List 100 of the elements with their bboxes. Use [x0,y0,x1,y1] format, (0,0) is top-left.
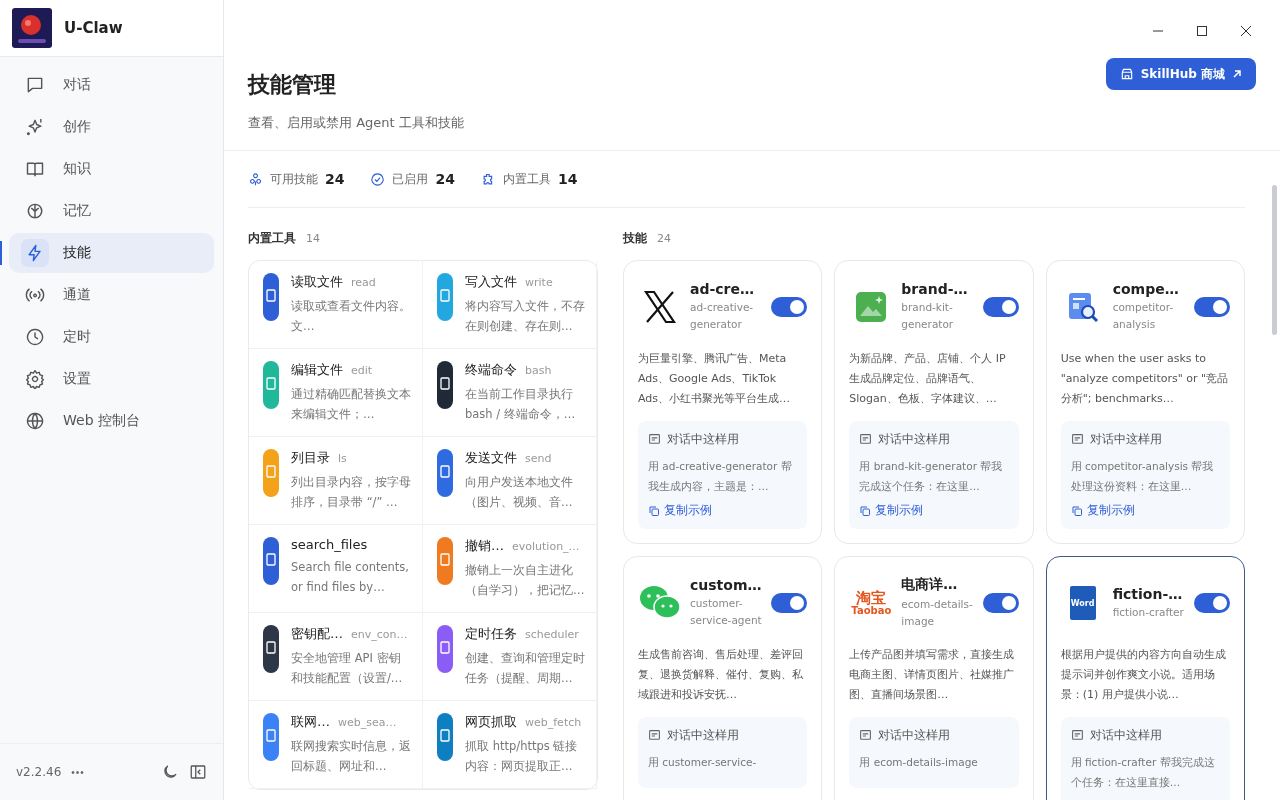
tool-description: 向用户发送本地文件（图片、视频、音… [465,474,574,511]
word-document-icon: Word [1069,586,1096,620]
tool-name: 定时任务 [465,625,517,643]
tool-name: 编辑文件 [291,361,343,379]
skill-title: custom… [690,577,763,593]
store-icon [1119,67,1134,81]
sidebar-item[interactable]: 创作 [9,107,214,147]
skill-card[interactable]: brand-… brand-kit-generator 为新品牌、产品、店铺、个人 IP 生成品牌定位、品牌语气、Slogan、色板、字体建议、… 对话中这样用 用 brand-kit-generator 帮我完成这个任务：在这里… 复制示例 [834,260,1034,544]
usage-title: 对话中这样用 [1089,431,1162,448]
sidebar-item[interactable]: 知识 [9,149,214,189]
section-title: 技能 [623,229,647,247]
skill-card[interactable]: Word fiction-… fiction-crafter 根据用户提供的内容方向自动生成提示词并创作爽文小说。适用场景：(1) 用户提供小说… 对话中这样用 用 fiction-crafter 帮我完成这个任务：在这里直接… [1045,556,1245,800]
sidebar-item[interactable]: 记忆 [9,191,214,231]
skill-card[interactable]: ad-cre… ad-creative-generator 为巨量引擎、腾讯广告、Meta Ads、Google Ads、TikTok Ads、小红书聚光等平台生成… 对话中这样用 用 ad-creative-generator 帮我生成内容，主题是：… 复制示例 [623,260,823,544]
toggle-switch[interactable] [771,297,808,317]
skill-slug: competitor-analysis [1112,300,1175,332]
skill-description: 上传产品图并填写需求，直接生成电商主图、详情页图片、社媒推广图、直播间场景图… [849,647,1016,703]
tool-description: 将内容写入文件，不存在则创建、存在则… [465,298,586,335]
skill-description: Use when the user asks to "analyze competitors" or "竞品分析"; benchmarks… [1060,351,1230,407]
tool-name: 写入文件 [465,273,517,291]
skill-title: brand-… [901,281,969,297]
message-icon [648,433,661,446]
tool-description: 抓取 http/https 链接内容：网页提取正… [465,738,579,775]
maximize-icon[interactable] [1196,25,1208,37]
sidebar-item[interactable]: 定时 [9,317,214,357]
more-button[interactable]: ••• [71,766,85,778]
sidebar-item[interactable]: 对话 [9,65,214,105]
tool-id: edit [351,364,373,377]
skill-title: 电商详… [901,576,959,594]
scrollbar[interactable] [1272,185,1277,335]
skill-description: 为巨量引擎、腾讯广告、Meta Ads、Google Ads、TikTok Ads、小红书聚光等平台生成… [638,351,792,407]
book-icon [25,159,45,179]
tool-id: web_sea… [338,716,397,729]
tool-description: 创建、查询和管理定时任务（提醒、周期… [465,650,586,687]
usage-title: 对话中这样用 [667,727,739,744]
close-icon[interactable] [1240,25,1252,37]
toggle-switch[interactable] [1194,297,1230,317]
copy-example-link[interactable]: 复制示例 [648,502,712,519]
tool-name: 网页抓取 [465,713,517,731]
tool-description: 安全地管理 API 密钥和技能配置（设置/… [291,650,404,687]
skill-description: 为新品牌、产品、店铺、个人 IP 生成品牌定位、品牌语气、Slogan、色板、字体建议、… [849,351,1007,407]
usage-example: 用 customer-service- [648,755,758,770]
sparkle-icon [25,117,45,137]
tool-id: write [525,276,553,289]
usage-title: 对话中这样用 [1089,727,1162,744]
usage-example: 用 ecom-details-image [859,755,979,770]
tool-name: 撤销… [465,537,504,555]
moon-icon[interactable] [161,763,179,781]
tool-id: ls [338,452,347,465]
tool-id: bash [525,364,552,377]
tool-name: 终端命令 [465,361,517,379]
tool-id: evolution_… [512,540,580,553]
cubes-icon [248,171,263,187]
copy-icon [859,504,872,517]
page-subtitle: 查看、启用或禁用 Agent 工具和技能 [248,114,464,132]
toggle-switch[interactable] [771,593,808,613]
toggle-switch[interactable] [982,297,1019,317]
usage-example: 用 fiction-crafter 帮我完成这个任务：在这里直接… [1070,755,1216,790]
skillhub-store-button[interactable]: SkillHub 商城 [1105,58,1256,90]
tool-name: 发送文件 [465,449,517,467]
usage-title: 对话中这样用 [667,431,739,448]
skill-slug: customer-service-agent [690,596,763,628]
copy-icon [648,504,660,517]
taobao-logo: 淘宝 Taobao [851,590,892,616]
tool-name: 列目录 [291,449,330,467]
tool-description: 联网搜索实时信息，返回标题、网址和… [291,738,412,775]
skill-card[interactable]: custom… customer-service-agent 生成售前咨询、售后处理、差评回复、退换货解释、催付、复购、私域跟进和投诉安抚… 对话中这样用 用 customer-service- [623,556,823,800]
copy-icon [1070,504,1083,517]
tool-name: 读取文件 [291,273,343,291]
clock-icon [25,327,45,347]
tool-description: 通过精确匹配替换文本来编辑文件；… [291,386,412,423]
message-icon [1070,729,1084,742]
tool-description: 读取或查看文件内容。文… [291,298,412,335]
gear-icon [25,369,45,389]
copy-example-link[interactable]: 复制示例 [859,502,924,519]
tool-description: 在当前工作目录执行 bash / 终端命令，… [465,386,577,423]
stat-value: 14 [557,171,578,187]
skill-title: compe… [1112,281,1180,297]
skill-description: 生成售前咨询、售后处理、差评回复、退换货解释、催付、复购、私域跟进和投诉安抚… [638,647,804,703]
collapse-sidebar-icon[interactable] [189,763,207,781]
tool-id: read [351,276,376,289]
tool-description: 撤销上一次自主进化（自学习），把记忆… [465,562,586,599]
message-icon [1070,433,1084,446]
toggle-switch[interactable] [982,593,1019,613]
document-search-icon [1066,291,1099,323]
stat-label: 已启用 [392,170,429,188]
sidebar-item[interactable]: Web 控制台 [9,401,214,441]
toggle-switch[interactable] [1194,593,1230,613]
tool-id: scheduler [525,628,579,641]
usage-example: 用 brand-kit-generator 帮我完成这个任务：在这里… [859,459,1004,494]
sidebar-item[interactable]: 设置 [9,359,214,399]
tool-description: 列出目录内容，按字母排序，目录带 “/” … [291,474,412,511]
sidebar-item[interactable]: 通道 [9,275,214,315]
x-logo-icon [642,289,678,325]
message-icon [648,729,661,742]
copy-example-link[interactable]: 复制示例 [1070,502,1135,519]
message-icon [859,433,873,446]
tool-name: 联网… [291,713,330,731]
tool-id: env_con… [351,628,408,641]
skill-card[interactable]: compe… competitor-analysis Use when the user asks to "analyze competitors" or "竞品分析"; benchmarks… 对话中这样用 用 competitor-analysis 帮我处理这份资料：在这里… 复制示例 [1045,260,1245,544]
